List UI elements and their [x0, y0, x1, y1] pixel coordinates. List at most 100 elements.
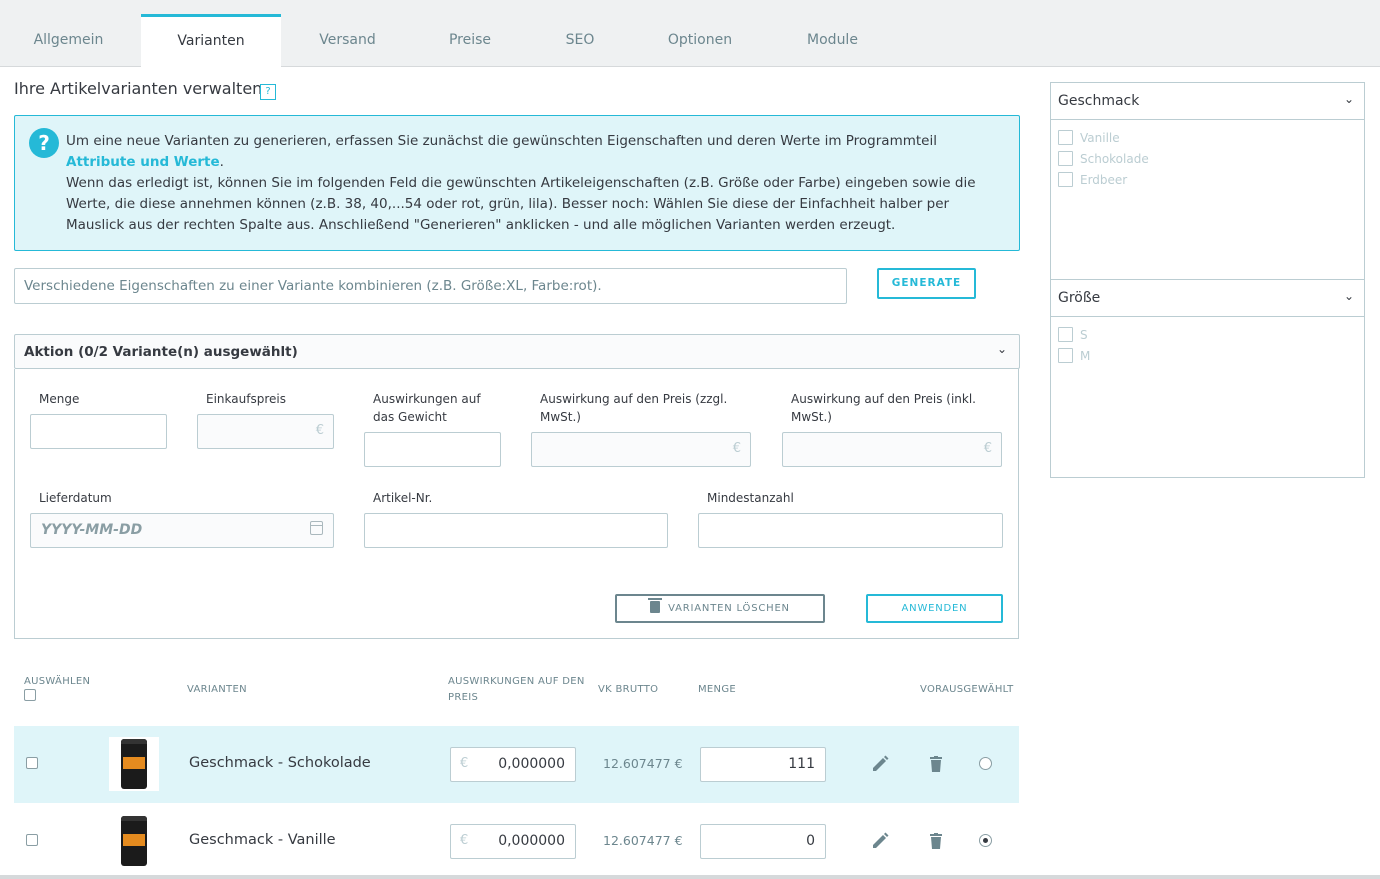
apply-button[interactable]: ANWENDEN [866, 594, 1003, 623]
attribute-value-option[interactable]: S [1058, 327, 1088, 342]
checkbox[interactable] [1058, 348, 1073, 363]
trash-icon [648, 598, 663, 613]
select-all-checkbox[interactable] [24, 689, 36, 701]
tab-versand[interactable]: Versand [290, 14, 405, 67]
tab-seo[interactable]: SEO [540, 14, 620, 67]
section-title: Ihre Artikelvarianten verwalten [14, 79, 263, 98]
attribute-value-option[interactable]: Schokolade [1058, 151, 1149, 166]
variant-name: Geschmack - Schokolade [189, 755, 371, 771]
attribute-value-label: S [1080, 328, 1088, 342]
attribute-value-option[interactable]: M [1058, 348, 1090, 363]
euro-icon: € [315, 423, 324, 438]
col-variants: VARIANTEN [187, 684, 247, 695]
default-radio[interactable] [979, 757, 992, 770]
info-line1-pre: Um eine neue Varianten zu generieren, er… [66, 133, 937, 149]
tab-bar: Allgemein Varianten Versand Preise SEO O… [0, 0, 1380, 68]
bulk-cost-price-input[interactable]: € [197, 414, 334, 449]
quantity-input[interactable]: 111 [700, 747, 826, 782]
price-impact-value: 0,000000 [498, 756, 565, 772]
price-impact-incl-label: Auswirkung auf den Preis (inkl. MwSt.) [791, 392, 976, 424]
price-impact-excl-label: Auswirkung auf den Preis (zzgl. MwSt.) [540, 392, 728, 424]
row-checkbox[interactable] [26, 834, 38, 846]
info-line2: Wenn das erledigt ist, können Sie im fol… [66, 175, 976, 233]
info-line1-post: . [219, 154, 224, 170]
chevron-down-icon: ⌄ [1343, 289, 1354, 303]
attribute-value-option[interactable]: Erdbeer [1058, 172, 1127, 187]
col-price-impact: AUSWIRKUNGEN AUF DEN PREIS [448, 676, 585, 703]
product-thumbnail [109, 814, 159, 868]
col-vk-brutto: VK BRUTTO [598, 684, 659, 695]
chevron-down-icon: ⌄ [1343, 92, 1354, 106]
checkbox[interactable] [1058, 327, 1073, 342]
min-quantity-input[interactable] [698, 513, 1003, 548]
default-radio[interactable] [979, 834, 992, 847]
vk-brutto-value: 12.607477 € [603, 756, 683, 771]
tab-preise[interactable]: Preise [420, 14, 520, 67]
attribute-header[interactable]: Geschmack ⌄ [1051, 83, 1364, 120]
delete-icon[interactable] [930, 756, 942, 772]
calendar-icon[interactable] [310, 521, 323, 535]
euro-icon: € [460, 756, 469, 771]
bulk-quantity-input[interactable] [30, 414, 167, 449]
delete-variants-button[interactable]: VARIANTEN LÖSCHEN [615, 594, 825, 623]
attribute-panel-geschmack: Geschmack ⌄ Vanille Schokolade Erdbeer [1050, 82, 1365, 280]
bottom-scroll-edge [0, 875, 1380, 879]
edit-icon[interactable] [871, 755, 889, 773]
attribute-value-label: Vanille [1080, 131, 1120, 145]
attributes-link[interactable]: Attribute und Werte [66, 154, 220, 170]
chevron-down-icon: ⌄ [996, 342, 1007, 356]
bulk-action-label: Aktion (0/2 Variante(n) ausgewählt) [24, 344, 298, 360]
row-checkbox[interactable] [26, 757, 38, 769]
euro-icon: € [460, 833, 469, 848]
attribute-header[interactable]: Größe ⌄ [1051, 280, 1364, 317]
checkbox[interactable] [1058, 172, 1073, 187]
tab-optionen[interactable]: Optionen [640, 14, 760, 67]
price-impact-input[interactable]: € 0,000000 [450, 824, 576, 859]
min-quantity-label: Mindestanzahl [707, 491, 794, 505]
weight-impact-label: Auswirkungen auf das Gewicht [373, 392, 481, 424]
question-icon: ? [29, 128, 59, 158]
checkbox[interactable] [1058, 151, 1073, 166]
quantity-label: Menge [39, 392, 80, 406]
bulk-weight-input[interactable] [364, 432, 501, 467]
generate-button[interactable]: GENERATE [877, 268, 976, 299]
bulk-price-incl-input[interactable]: € [782, 432, 1002, 467]
attribute-name: Geschmack [1058, 93, 1140, 109]
tab-allgemein[interactable]: Allgemein [0, 14, 137, 67]
euro-icon: € [983, 441, 992, 456]
bulk-price-excl-input[interactable]: € [531, 432, 751, 467]
euro-icon: € [732, 441, 741, 456]
product-thumbnail [109, 737, 159, 791]
reference-label: Artikel-Nr. [373, 491, 433, 505]
attribute-value-option[interactable]: Vanille [1058, 130, 1120, 145]
quantity-input[interactable]: 0 [700, 824, 826, 859]
col-select: AUSWÄHLEN [24, 676, 91, 687]
reference-input[interactable] [364, 513, 668, 548]
cost-price-label: Einkaufspreis [206, 392, 286, 406]
checkbox[interactable] [1058, 130, 1073, 145]
delete-variants-label: VARIANTEN LÖSCHEN [668, 603, 790, 614]
delete-icon[interactable] [930, 833, 942, 849]
attribute-value-label: M [1080, 349, 1091, 363]
info-alert: ? Um eine neue Varianten zu generieren, … [14, 115, 1020, 251]
attribute-panel-groesse: Größe ⌄ S M [1050, 280, 1365, 478]
vk-brutto-value: 12.607477 € [603, 833, 683, 848]
col-quantity: MENGE [698, 684, 736, 695]
price-impact-input[interactable]: € 0,000000 [450, 747, 576, 782]
generator-input[interactable]: Verschiedene Eigenschaften zu einer Vari… [14, 268, 847, 304]
attribute-value-label: Erdbeer [1080, 173, 1128, 187]
tab-module[interactable]: Module [780, 14, 885, 67]
delivery-date-label: Lieferdatum [39, 491, 112, 505]
help-icon[interactable]: ? [260, 84, 276, 100]
date-placeholder: YYYY-MM-DD [41, 522, 143, 538]
bulk-action-header[interactable]: Aktion (0/2 Variante(n) ausgewählt) ⌄ [14, 334, 1020, 369]
price-impact-value: 0,000000 [498, 833, 565, 849]
attribute-value-label: Schokolade [1080, 152, 1149, 166]
attribute-name: Größe [1058, 290, 1101, 306]
col-default: VORAUSGEWÄHLT [920, 684, 1014, 695]
variant-name: Geschmack - Vanille [189, 832, 336, 848]
tab-varianten[interactable]: Varianten [141, 14, 281, 68]
edit-icon[interactable] [871, 832, 889, 850]
info-text: Um eine neue Varianten zu generieren, er… [66, 131, 1006, 236]
delivery-date-input[interactable]: YYYY-MM-DD [30, 513, 334, 548]
